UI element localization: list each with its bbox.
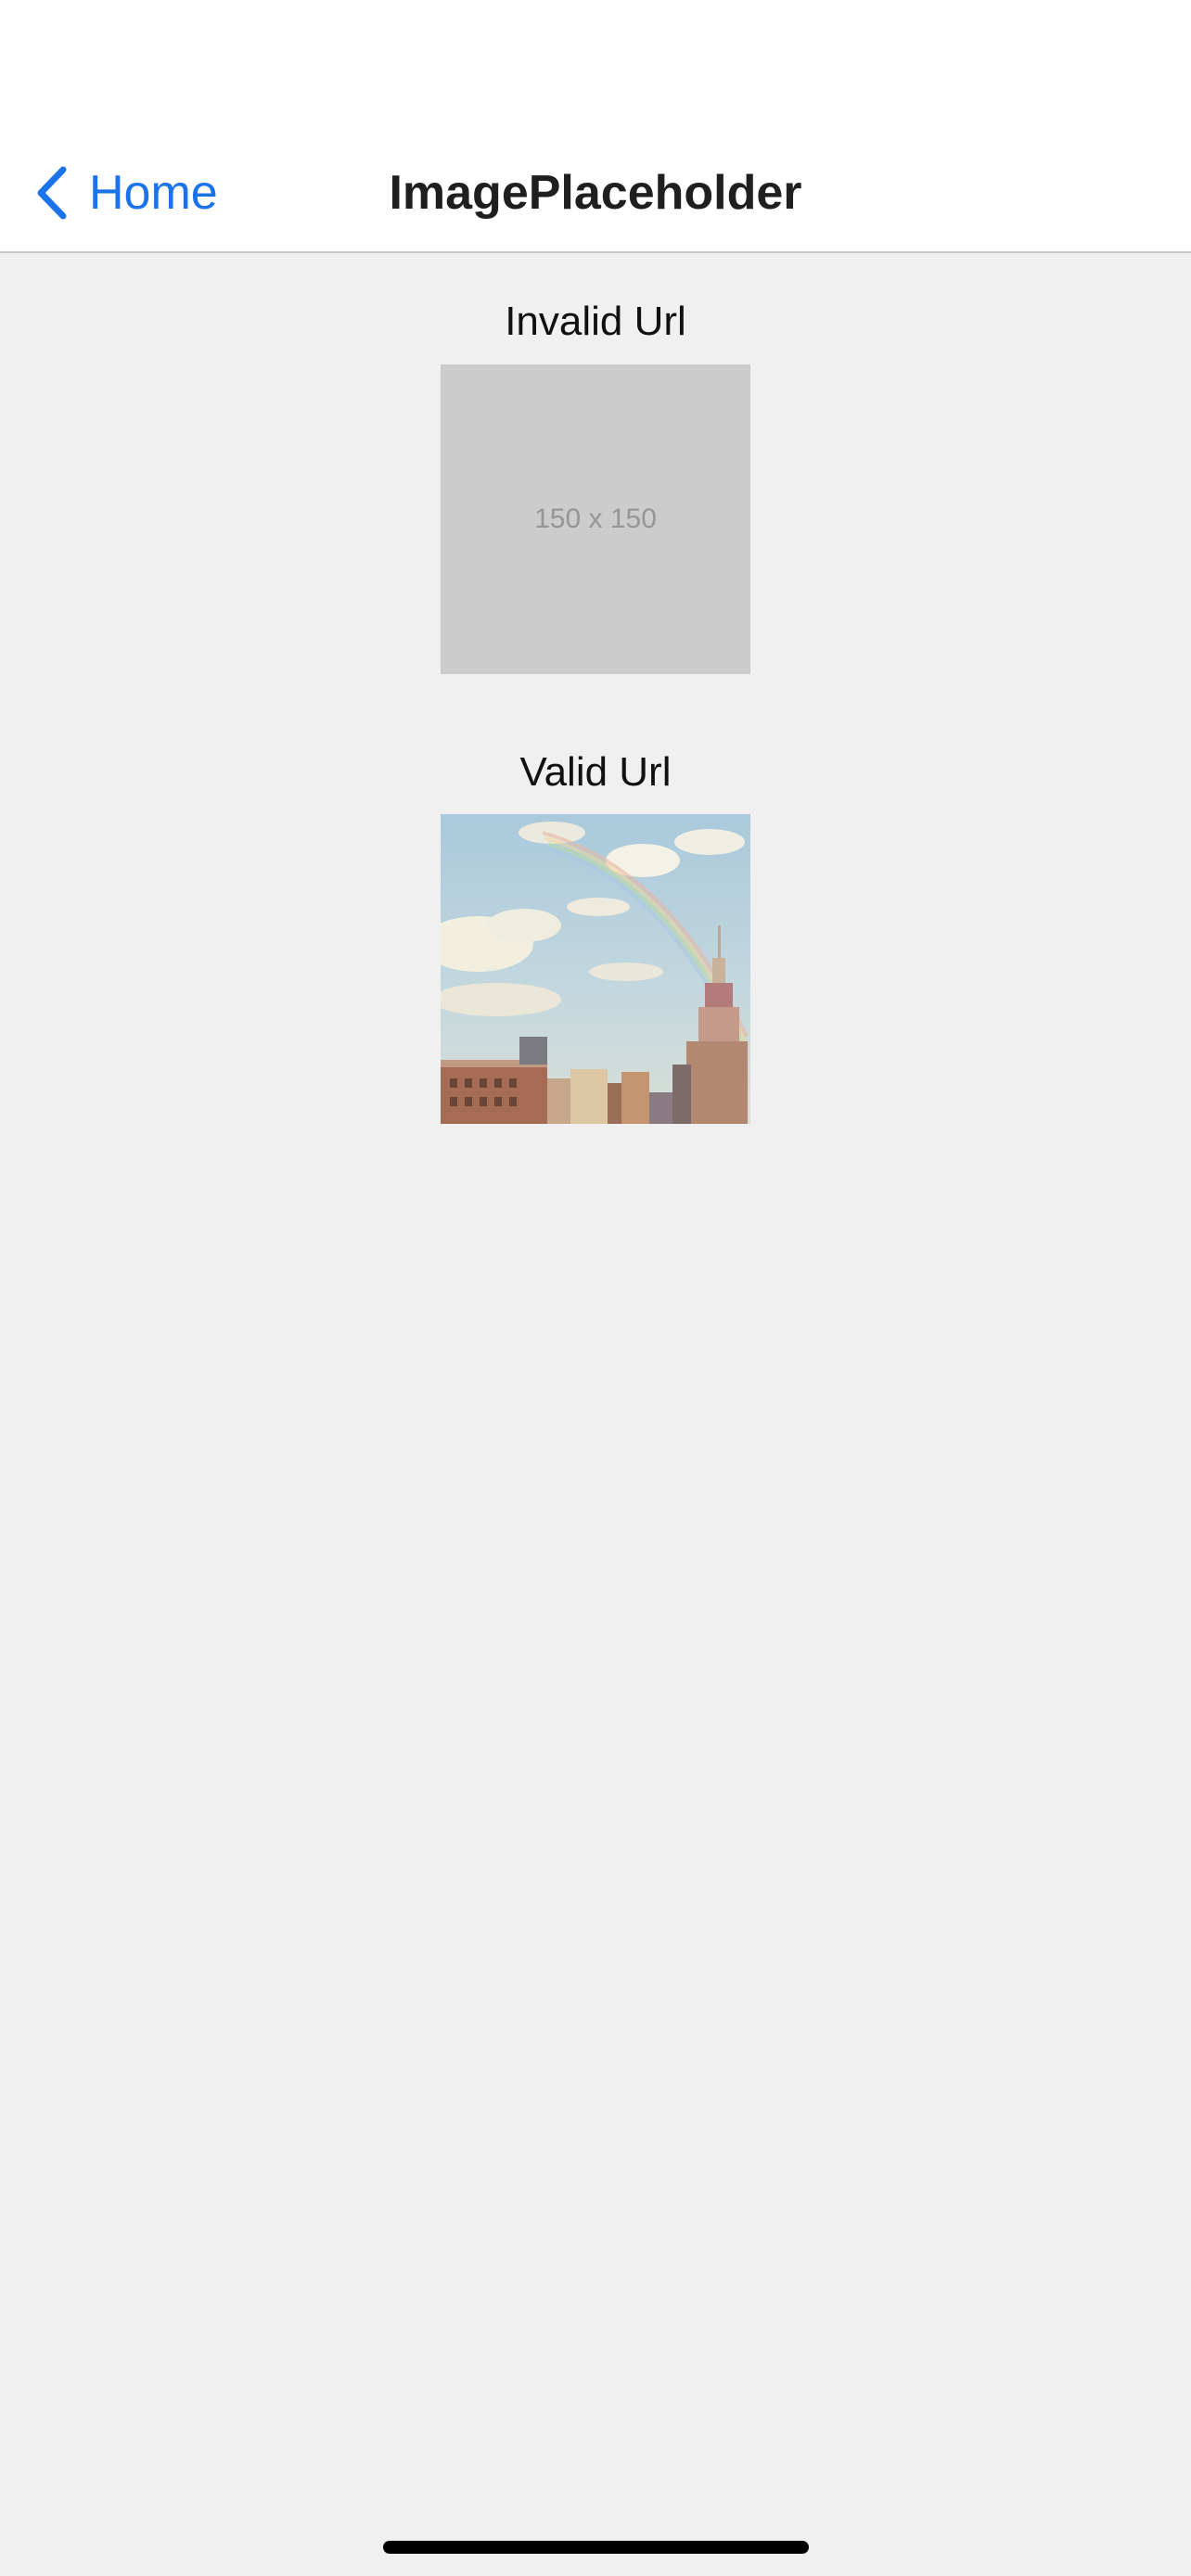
city-skyline-image xyxy=(441,814,750,1124)
navigation-bar: Home ImagePlaceholder xyxy=(0,0,1191,253)
home-indicator[interactable] xyxy=(383,2541,809,2554)
placeholder-size-text: 150 x 150 xyxy=(534,504,657,534)
placeholder-image: 150 x 150 xyxy=(441,364,750,674)
invalid-url-label: Invalid Url xyxy=(505,299,686,344)
city-rainbow-photo xyxy=(441,814,750,1124)
page-title: ImagePlaceholder xyxy=(389,166,802,220)
valid-url-label: Valid Url xyxy=(519,749,672,795)
